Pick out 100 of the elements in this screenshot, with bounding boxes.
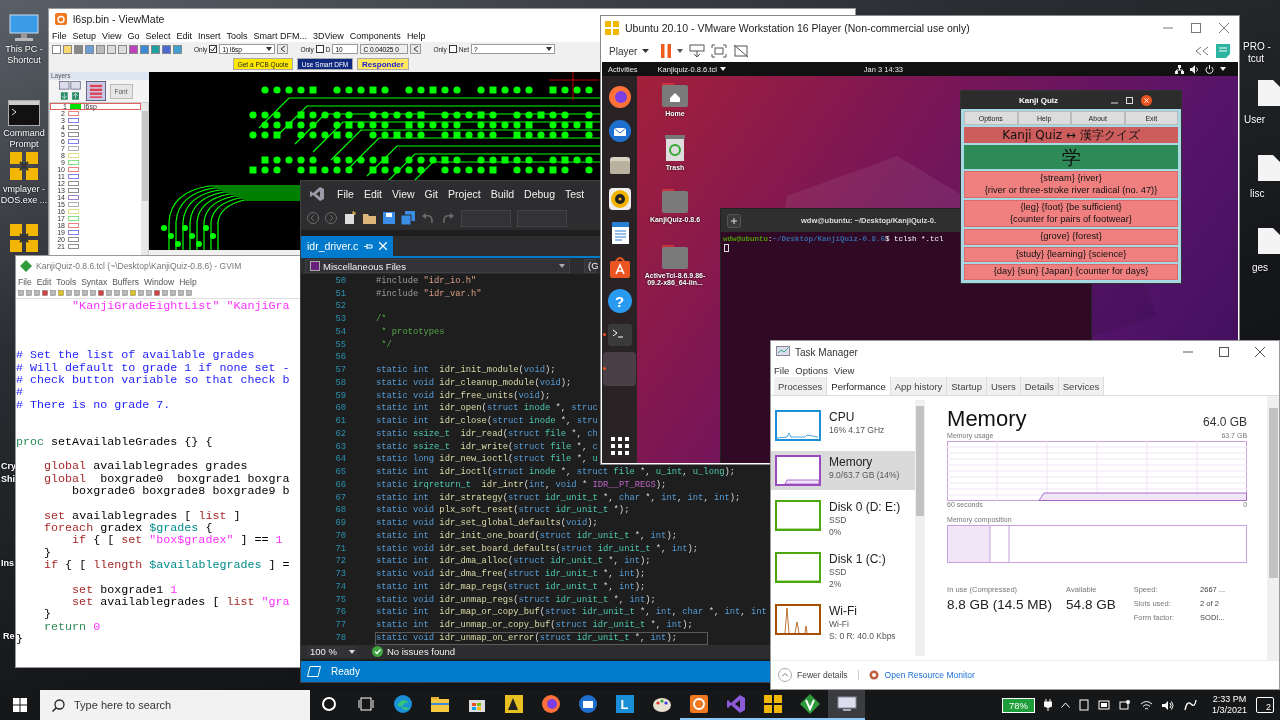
speaker-icon[interactable] <box>1161 699 1174 711</box>
power-icon[interactable] <box>1205 64 1214 74</box>
forward-icon[interactable] <box>325 212 337 225</box>
fullscreen-icon[interactable] <box>711 44 728 58</box>
save-icon[interactable] <box>383 212 395 225</box>
start-icon[interactable] <box>13 698 27 712</box>
menu-item[interactable]: Git <box>424 187 438 200</box>
clock-date[interactable]: 1/3/2021 <box>1211 705 1247 716</box>
undo-icon[interactable] <box>421 212 435 225</box>
menu-item[interactable]: Components <box>349 30 401 41</box>
answer-option[interactable]: {stream} {river} {river or three-stroke river radical (no. 47)} <box>964 171 1178 198</box>
double-chevron-icon[interactable] <box>1195 46 1209 56</box>
menu-item[interactable]: File <box>337 187 354 200</box>
answer-option[interactable]: {day} {sun} {Japan} {counter for days} <box>964 264 1178 280</box>
tab[interactable]: Startup <box>947 377 987 395</box>
open-folder-icon[interactable] <box>363 212 377 225</box>
menu-item[interactable]: Smart DFM... <box>253 30 307 41</box>
meeting-icon[interactable] <box>1118 699 1131 711</box>
new-item-icon[interactable] <box>343 211 357 226</box>
menu-item[interactable]: File <box>774 364 790 376</box>
menu-item[interactable]: View <box>834 364 855 376</box>
back-icon[interactable] <box>307 212 319 225</box>
resource-item[interactable]: Disk 1 (C:) SSD 2% <box>771 548 916 594</box>
plug-icon[interactable] <box>1043 699 1052 711</box>
battery-indicator[interactable]: 78% <box>1001 697 1035 713</box>
taskbar-button[interactable] <box>828 690 865 720</box>
project-dropdown[interactable]: Miscellaneous Files <box>305 259 570 273</box>
pen-icon[interactable] <box>1182 698 1197 712</box>
zoom-dropdown[interactable]: 100 % <box>307 646 358 658</box>
tab[interactable]: App history <box>890 377 948 395</box>
menu-item[interactable]: Test <box>565 187 585 200</box>
resource-monitor-link[interactable]: Open Resource Monitor <box>884 670 975 680</box>
back-button[interactable] <box>410 44 422 54</box>
home-folder-icon[interactable] <box>661 82 689 108</box>
maximize-icon[interactable] <box>1191 23 1201 33</box>
menu-item[interactable]: Window <box>144 276 175 287</box>
device-icon[interactable] <box>1097 700 1110 710</box>
search-field[interactable]: Type here to search <box>40 690 310 720</box>
menu-item[interactable]: Help <box>406 30 426 41</box>
file-icon[interactable] <box>1258 228 1280 254</box>
fewer-details-button[interactable]: Fewer details <box>778 668 848 682</box>
menu-item[interactable]: Tools <box>226 30 248 41</box>
menu-item[interactable]: Insert <box>197 30 221 41</box>
menu-item[interactable]: Setup <box>72 30 97 41</box>
network-icon[interactable] <box>1175 64 1184 74</box>
answer-option[interactable]: {study} {learning} {science} <box>964 246 1178 262</box>
close-icon[interactable] <box>1141 94 1152 106</box>
menu-item[interactable]: View <box>102 30 122 41</box>
resource-item[interactable]: CPU 16% 4.17 GHz <box>771 406 916 445</box>
computer-icon[interactable] <box>9 14 39 42</box>
resource-item[interactable]: Memory 9.0/63.7 GB (14%) <box>771 451 916 490</box>
chevron-up-icon[interactable] <box>1060 702 1070 708</box>
menu-item[interactable]: 3DView <box>313 30 344 41</box>
menu-item[interactable]: File <box>52 30 67 41</box>
menu-item[interactable]: Buffers <box>112 276 139 287</box>
scope-dropdown[interactable]: (G <box>584 259 596 273</box>
tab[interactable]: Processes <box>774 377 828 395</box>
save-all-icon[interactable] <box>401 211 415 226</box>
tab[interactable]: Services <box>1058 377 1105 395</box>
scrollbar[interactable] <box>1267 396 1279 660</box>
resource-item[interactable]: Wi-Fi Wi-Fi S: 0 R: 40.0 Kbps <box>771 600 916 646</box>
close-icon[interactable] <box>1255 347 1265 357</box>
wifi-icon[interactable] <box>1139 699 1153 711</box>
redo-icon[interactable] <box>441 212 455 225</box>
menu-item[interactable]: Go <box>127 30 140 41</box>
tab[interactable]: Users <box>986 377 1021 395</box>
tablet-icon[interactable] <box>1078 699 1089 711</box>
menu-item[interactable]: Syntax <box>81 276 108 287</box>
menu-item[interactable]: Edit <box>363 187 382 200</box>
apps-grid-icon[interactable] <box>610 437 629 455</box>
unity-icon[interactable] <box>733 44 750 58</box>
menu-item[interactable]: Select <box>145 30 171 41</box>
file-tab[interactable]: idr_driver.c <box>301 236 394 257</box>
app-icon[interactable] <box>8 222 40 254</box>
taskbar-button[interactable]: L <box>606 690 643 720</box>
notification-badge[interactable]: 2 <box>1256 697 1274 713</box>
menu-item[interactable]: View <box>392 187 415 200</box>
toolbar-button[interactable]: Responder <box>357 58 409 70</box>
menu-item[interactable]: Help <box>179 276 197 287</box>
menu-item[interactable]: Edit <box>36 276 52 287</box>
checkbox[interactable] <box>315 45 324 53</box>
app-icon[interactable] <box>8 150 40 182</box>
note-icon[interactable] <box>1215 43 1231 59</box>
resource-item[interactable]: Disk 0 (D: E:) SSD 0% <box>771 496 916 542</box>
answer-option[interactable]: {leg} {foot} {be sufficient} {counter for pairs of footwear} <box>964 200 1178 227</box>
menu-item[interactable]: File <box>18 276 32 287</box>
scrollbar[interactable] <box>915 400 926 656</box>
console-icon[interactable] <box>8 100 40 126</box>
clock-time[interactable]: 2:33 PM <box>1212 694 1247 705</box>
layer-stack-icon[interactable] <box>85 81 106 101</box>
checkbox[interactable] <box>209 45 218 53</box>
menu-item[interactable]: Tools <box>56 276 77 287</box>
menu-item[interactable]: Build <box>490 187 515 200</box>
file-icon[interactable] <box>1258 155 1280 181</box>
pause-icon[interactable] <box>661 44 672 58</box>
menu-item[interactable]: Options <box>795 364 829 376</box>
speaker-icon[interactable] <box>1190 64 1199 74</box>
menu-item[interactable]: Project <box>448 187 481 200</box>
checkbox[interactable] <box>448 45 457 53</box>
new-tab-icon[interactable] <box>727 213 741 228</box>
